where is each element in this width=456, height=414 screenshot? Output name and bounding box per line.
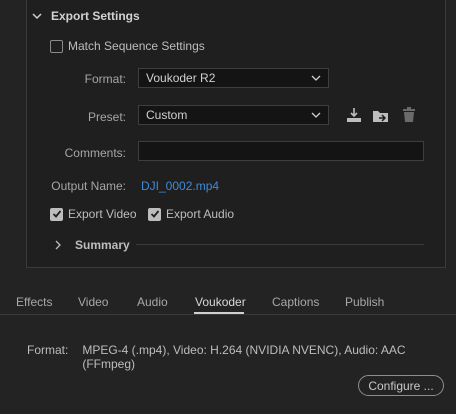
- tab-captions[interactable]: Captions: [272, 295, 319, 309]
- tab-video[interactable]: Video: [78, 295, 108, 309]
- chevron-right-icon: [55, 240, 61, 250]
- match-sequence-label: Match Sequence Settings: [68, 39, 205, 53]
- preset-label: Preset:: [87, 110, 126, 124]
- preset-select[interactable]: Custom: [138, 105, 329, 125]
- format-select-value: Voukoder R2: [146, 71, 216, 85]
- output-name-link[interactable]: DJI_0002.mp4: [141, 179, 219, 193]
- format-select[interactable]: Voukoder R2: [138, 68, 329, 88]
- voukoder-format-label: Format:: [27, 343, 69, 357]
- tab-voukoder[interactable]: Voukoder: [195, 295, 246, 309]
- chevron-down-icon: [311, 75, 321, 81]
- voukoder-format-row: Format: MPEG-4 (.mp4), Video: H.264 (NVI…: [27, 343, 456, 371]
- export-audio-checkbox[interactable]: Export Audio: [148, 207, 234, 221]
- export-video-label: Export Video: [68, 207, 137, 221]
- import-preset-button[interactable]: [372, 106, 390, 124]
- tab-effects[interactable]: Effects: [16, 295, 52, 309]
- configure-button[interactable]: Configure ...: [358, 375, 444, 396]
- checkmark-icon: [52, 210, 61, 218]
- tab-publish[interactable]: Publish: [345, 295, 384, 309]
- delete-preset-button[interactable]: [400, 106, 418, 124]
- settings-tabs: Effects Video Audio Voukoder Captions Pu…: [0, 287, 456, 315]
- comments-label: Comments:: [64, 146, 126, 160]
- summary-divider: [136, 244, 424, 245]
- comments-input[interactable]: [138, 141, 424, 161]
- checkbox-box[interactable]: [148, 207, 161, 221]
- preset-select-value: Custom: [146, 108, 188, 122]
- output-name-label: Output Name:: [51, 179, 126, 193]
- active-tab-indicator: [194, 312, 244, 314]
- format-label: Format:: [84, 72, 126, 86]
- summary-toggle[interactable]: Summary: [54, 238, 130, 252]
- trash-icon: [403, 107, 415, 122]
- export-settings-title: Export Settings: [51, 9, 140, 23]
- chevron-down-icon: [311, 112, 321, 118]
- checkmark-icon: [150, 210, 159, 218]
- import-preset-icon: [373, 111, 388, 122]
- export-video-checkbox[interactable]: Export Video: [50, 207, 137, 221]
- match-sequence-checkbox[interactable]: Match Sequence Settings: [50, 39, 205, 53]
- summary-label: Summary: [75, 238, 130, 252]
- save-preset-button[interactable]: [345, 106, 363, 124]
- export-settings-header[interactable]: Export Settings: [32, 8, 140, 24]
- save-preset-icon: [347, 108, 361, 122]
- checkbox-box[interactable]: [50, 39, 63, 53]
- chevron-down-icon: [32, 13, 42, 20]
- export-audio-label: Export Audio: [166, 207, 235, 221]
- tab-audio[interactable]: Audio: [137, 295, 168, 309]
- checkbox-box[interactable]: [50, 207, 63, 221]
- voukoder-format-info: MPEG-4 (.mp4), Video: H.264 (NVIDIA NVEN…: [82, 343, 406, 371]
